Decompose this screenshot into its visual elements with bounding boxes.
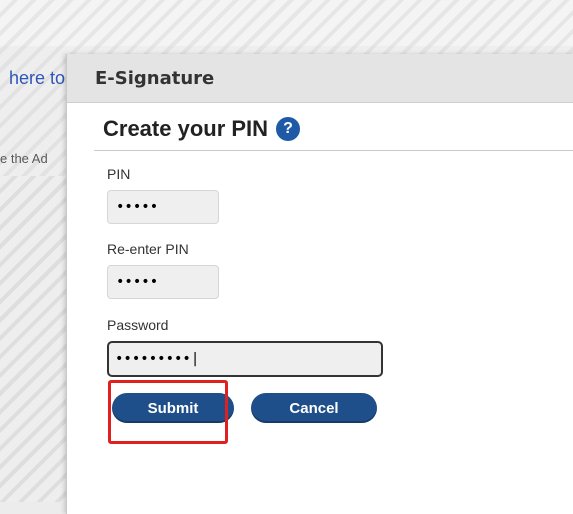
help-icon[interactable]: ? bbox=[276, 117, 301, 141]
heading-divider bbox=[94, 150, 573, 151]
background-top-bar bbox=[0, 0, 573, 46]
heading-row: Create your PIN ? bbox=[103, 116, 301, 142]
page-heading: Create your PIN bbox=[103, 116, 269, 141]
pin-label: PIN bbox=[107, 166, 131, 182]
password-input[interactable] bbox=[107, 341, 383, 377]
submit-button[interactable]: Submit bbox=[112, 393, 234, 423]
e-signature-dialog: E-Signature Create your PIN ? PIN Re-ent… bbox=[66, 54, 573, 514]
dialog-title: E-Signature bbox=[95, 67, 215, 89]
password-label: Password bbox=[107, 317, 169, 333]
dialog-header: E-Signature bbox=[67, 54, 573, 103]
cancel-button[interactable]: Cancel bbox=[251, 393, 377, 423]
background-link[interactable]: here to bbox=[9, 68, 65, 89]
pin-input[interactable] bbox=[107, 190, 219, 224]
reenter-pin-input[interactable] bbox=[107, 265, 219, 299]
background-striped-panel bbox=[0, 176, 68, 502]
reenter-pin-label: Re-enter PIN bbox=[107, 241, 189, 257]
background-text: e the Ad bbox=[0, 151, 48, 166]
